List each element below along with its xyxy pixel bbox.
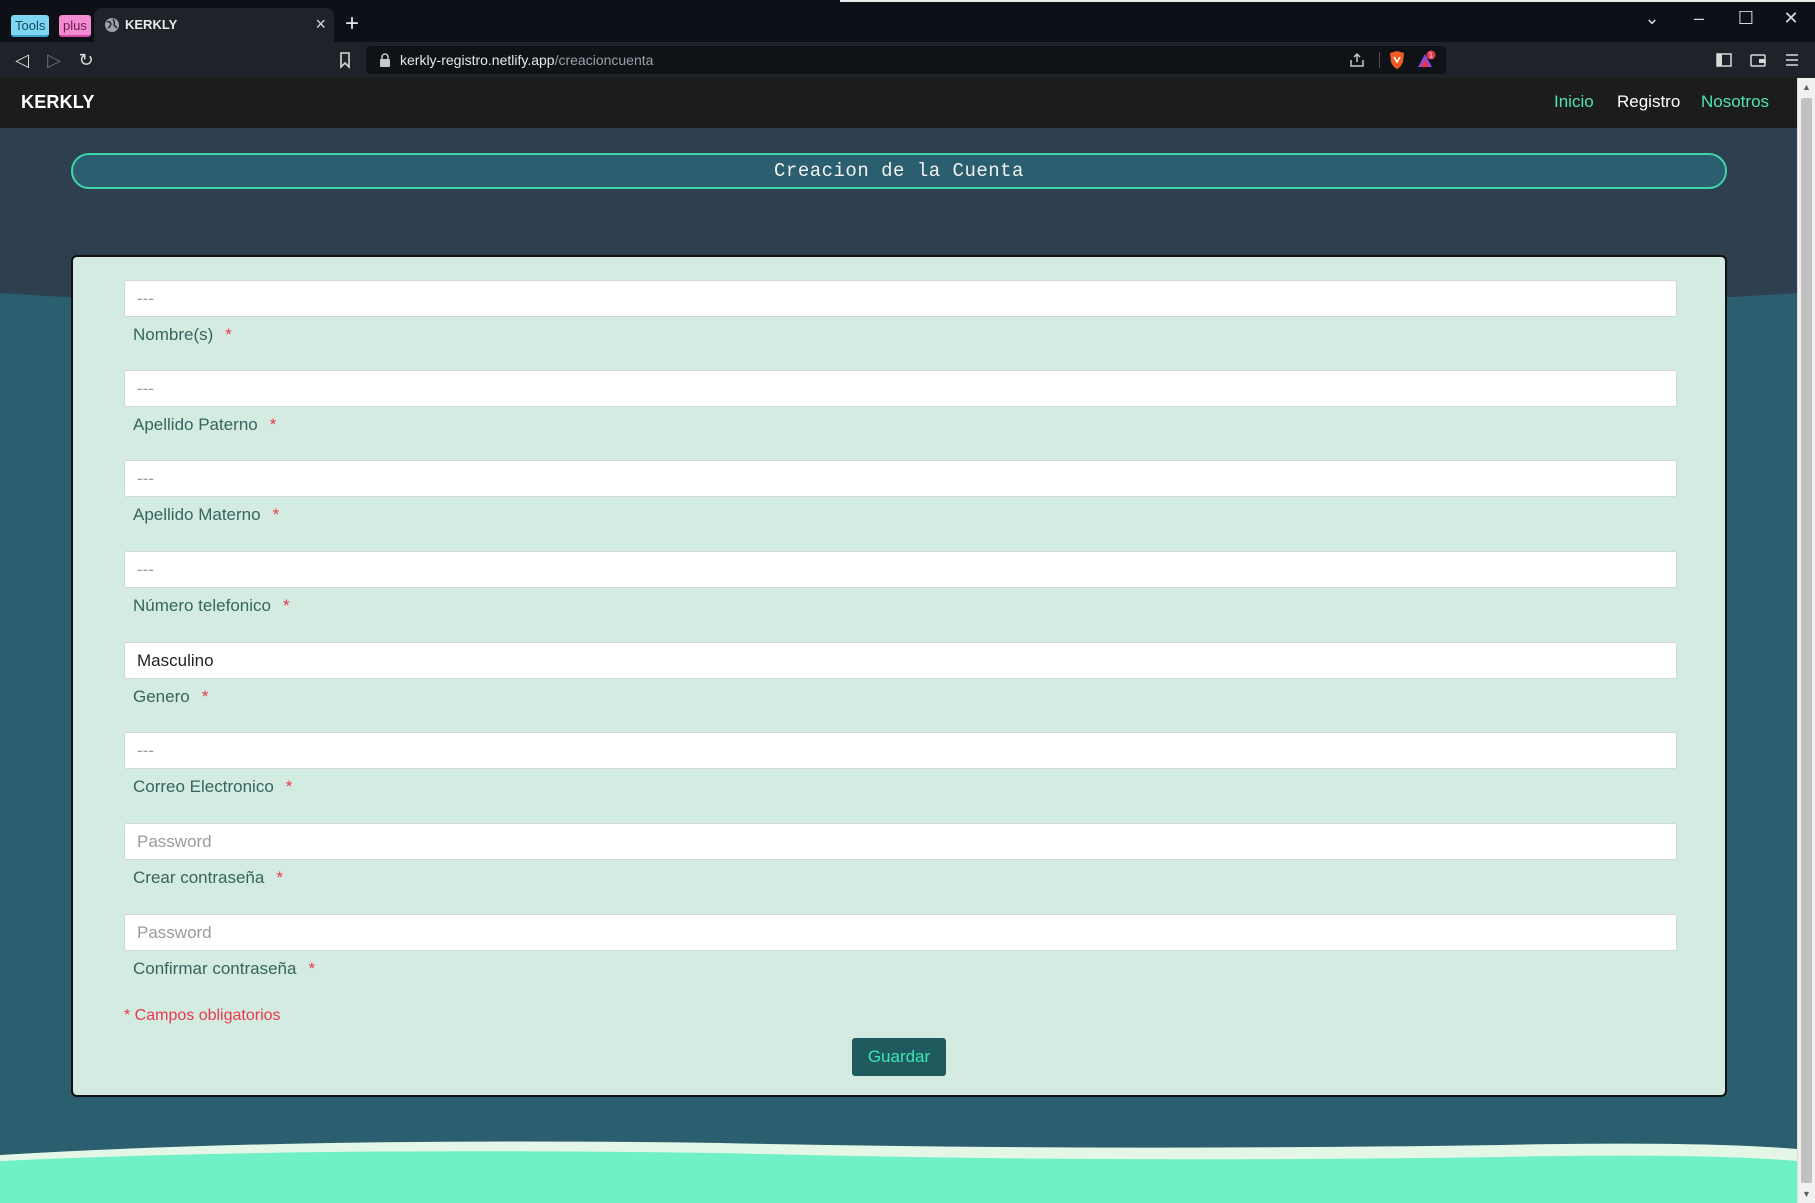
apellido-paterno-input[interactable]: ---	[124, 370, 1677, 407]
crear-contrasena-label: Crear contraseña *	[133, 868, 283, 887]
field-confirmar-contrasena: Password Confirmar contraseña *	[124, 914, 1677, 979]
minimize-icon[interactable]: –	[1684, 6, 1714, 30]
wallet-icon[interactable]	[1748, 50, 1768, 70]
url-text: kerkly-registro.netlify.app/creacioncuen…	[400, 52, 654, 68]
confirmar-contrasena-label: Confirmar contraseña *	[133, 959, 316, 978]
share-icon[interactable]	[1348, 51, 1366, 69]
brave-shield-icon[interactable]	[1388, 50, 1406, 70]
page-title: Creacion de la Cuenta	[71, 153, 1727, 189]
chevron-down-icon[interactable]: ⌄	[1637, 6, 1667, 30]
site-brand[interactable]: KERKLY	[21, 92, 95, 113]
correo-label: Correo Electronico *	[133, 777, 293, 796]
tab-group-plus[interactable]: plus	[59, 15, 91, 37]
globe-icon	[105, 18, 119, 32]
field-telefono: --- Número telefonico *	[124, 551, 1677, 616]
nombre-label: Nombre(s) *	[133, 325, 232, 344]
nav-link-inicio[interactable]: Inicio	[1554, 92, 1594, 112]
correo-input[interactable]: ---	[124, 732, 1677, 769]
scrollbar-thumb[interactable]	[1801, 98, 1812, 1183]
bookmark-icon[interactable]	[335, 50, 355, 70]
telefono-label: Número telefonico *	[133, 596, 290, 615]
required-mark: *	[276, 868, 283, 887]
browser-tab-active[interactable]: KERKLY ×	[94, 8, 334, 42]
confirmar-contrasena-input[interactable]: Password	[124, 914, 1677, 951]
field-crear-contrasena: Password Crear contraseña *	[124, 823, 1677, 888]
browser-tab-bar: Tools plus KERKLY × + ⌄ – ☐ ✕	[0, 0, 1815, 42]
nav-link-registro[interactable]: Registro	[1617, 92, 1680, 112]
window-close-icon[interactable]: ✕	[1776, 6, 1806, 30]
brave-rewards-icon[interactable]: 1	[1416, 50, 1436, 70]
menu-icon[interactable]	[1782, 50, 1802, 70]
footer-wave	[0, 1141, 1797, 1203]
nombre-input[interactable]: ---	[124, 280, 1677, 317]
address-separator	[1379, 52, 1380, 68]
tab-bar-highlight	[840, 0, 1815, 2]
field-genero: Masculino Genero *	[124, 642, 1677, 707]
new-tab-button[interactable]: +	[345, 10, 359, 38]
required-mark: *	[285, 777, 293, 796]
back-icon[interactable]: ◁	[10, 48, 34, 72]
field-correo: --- Correo Electronico *	[124, 732, 1677, 797]
sidebar-icon[interactable]	[1714, 50, 1734, 70]
page-scrollbar[interactable]: ▲ ▼	[1797, 78, 1815, 1203]
close-icon[interactable]: ×	[315, 14, 326, 34]
required-mark: *	[308, 959, 316, 978]
required-mark: *	[282, 596, 290, 615]
browser-toolbar: ◁ ▷ ↻ kerkly-registro.netlify.app/creaci…	[0, 42, 1815, 78]
required-mark: *	[269, 415, 277, 434]
guardar-button[interactable]: Guardar	[852, 1038, 946, 1076]
field-apellido-materno: --- Apellido Materno *	[124, 460, 1677, 525]
genero-label: Genero *	[133, 687, 209, 706]
rewards-badge-count: 1	[1429, 52, 1433, 60]
apellido-materno-input[interactable]: ---	[124, 460, 1677, 497]
required-mark: *	[225, 325, 232, 344]
required-mark: *	[201, 687, 209, 706]
address-bar[interactable]: kerkly-registro.netlify.app/creacioncuen…	[366, 46, 1446, 74]
required-fields-note: * Campos obligatorios	[124, 1007, 281, 1024]
scroll-up-icon[interactable]: ▲	[1802, 82, 1811, 92]
lock-icon	[380, 53, 390, 67]
apellido-materno-label: Apellido Materno *	[133, 505, 280, 524]
crear-contrasena-input[interactable]: Password	[124, 823, 1677, 860]
required-mark: *	[272, 505, 280, 524]
telefono-input[interactable]: ---	[124, 551, 1677, 588]
field-apellido-paterno: --- Apellido Paterno *	[124, 370, 1677, 435]
nav-link-nosotros[interactable]: Nosotros	[1701, 92, 1769, 112]
tab-title: KERKLY	[125, 17, 178, 32]
reload-icon[interactable]: ↻	[74, 48, 98, 72]
site-navbar: KERKLY Inicio Registro Nosotros	[0, 78, 1797, 128]
maximize-icon[interactable]: ☐	[1731, 6, 1761, 30]
registration-form: --- Nombre(s) * --- Apellido Paterno * ---…	[71, 255, 1727, 1097]
forward-icon[interactable]: ▷	[42, 48, 66, 72]
genero-select[interactable]: Masculino	[124, 642, 1677, 679]
tab-group-tools[interactable]: Tools	[11, 15, 50, 37]
scroll-down-icon[interactable]: ▼	[1802, 1189, 1811, 1199]
apellido-paterno-label: Apellido Paterno *	[133, 415, 277, 434]
field-nombre: --- Nombre(s) *	[124, 280, 1677, 345]
page-viewport: KERKLY Inicio Registro Nosotros Creacion…	[0, 78, 1797, 1203]
